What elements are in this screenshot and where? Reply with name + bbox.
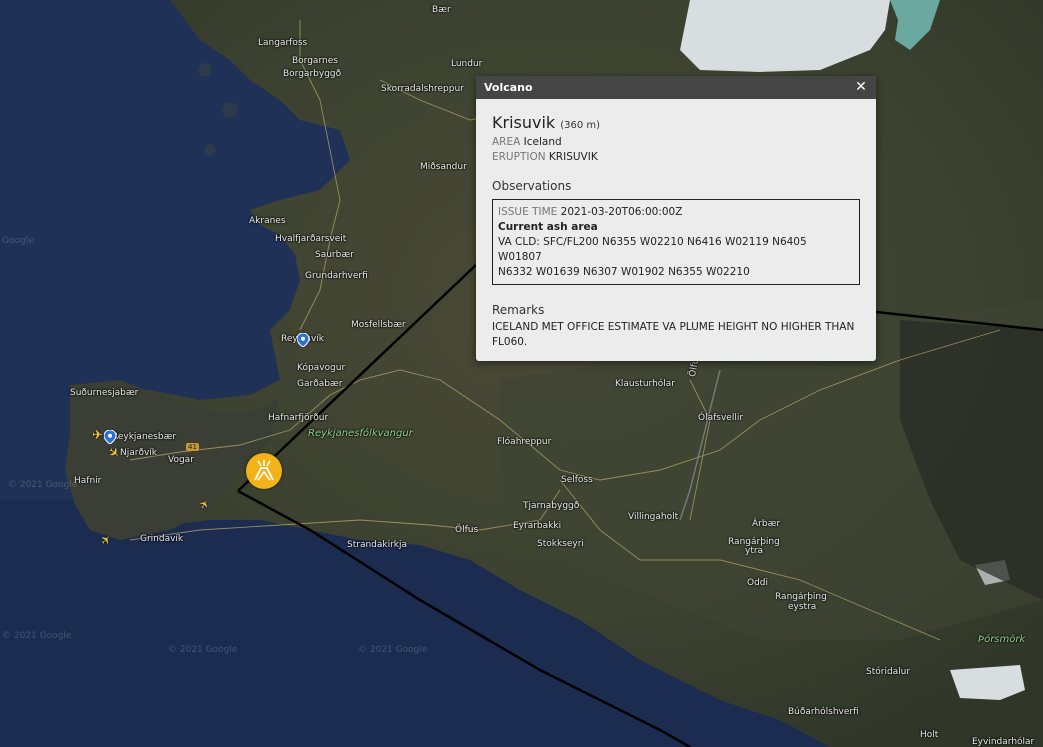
place-label: Garðabær <box>297 379 343 389</box>
place-label: Klausturhólar <box>615 379 676 389</box>
place-label: Reykjanesbær <box>112 432 177 442</box>
remarks-title: Remarks <box>492 303 545 317</box>
popup-body: Krisuvik (360 m) AREA Iceland ERUPTION K… <box>476 99 876 350</box>
place-label: Hafnir <box>74 476 102 486</box>
place-label: Saurbær <box>315 250 354 260</box>
place-label: Hvalfjarðarsveit <box>275 234 347 244</box>
issue-time-key: ISSUE TIME <box>498 206 558 218</box>
map-copyright: © 2021 Google <box>358 645 428 655</box>
place-label: Skorradalshreppur <box>381 84 464 94</box>
place-label: Eyvindarhólar <box>972 737 1035 747</box>
place-label: Langarfoss <box>258 38 308 48</box>
remarks-text: ICELAND MET OFFICE ESTIMATE VA PLUME HEI… <box>492 321 855 348</box>
place-label: Villingaholt <box>628 512 679 522</box>
ash-area-line: N6332 W01639 N6307 W01902 N6355 W02210 <box>498 266 750 278</box>
place-label: Borgarbyggð <box>283 69 342 79</box>
location-pin-icon[interactable] <box>104 430 116 444</box>
map-copyright: © 2021 Google <box>8 480 78 490</box>
place-label: Mosfellsbær <box>351 320 406 330</box>
place-label: Ölfus <box>455 525 479 535</box>
place-label: Holt <box>920 730 939 740</box>
place-label: Akranes <box>249 216 286 226</box>
place-label: Borgarnes <box>292 56 338 66</box>
place-label: eystra <box>788 602 817 612</box>
place-label: Njarðvík <box>120 448 157 458</box>
volcano-name: Krisuvik <box>492 113 556 132</box>
map-copyright: © 2021 Google <box>168 645 238 655</box>
volcano-popup: Volcano ✕ Krisuvik (360 m) AREA Iceland … <box>476 76 876 361</box>
place-label: Lundur <box>451 59 483 69</box>
place-label: Grundarhverfi <box>305 271 368 281</box>
place-label: Vogar <box>168 455 194 465</box>
eruption-row: ERUPTION KRISUVIK <box>492 150 860 165</box>
road-shield: 41 <box>186 443 199 451</box>
place-label: Bær <box>432 5 451 15</box>
place-label: Hafnarfjörður <box>268 413 329 423</box>
place-label: Suðurnesjabær <box>70 388 139 398</box>
eruption-key: ERUPTION <box>492 151 546 163</box>
place-label: Strandakirkja <box>347 540 408 550</box>
volcano-elevation: (360 m) <box>560 120 601 131</box>
eruption-value: KRISUVIK <box>548 151 598 163</box>
popup-header: Volcano ✕ <box>476 76 876 99</box>
close-icon[interactable]: ✕ <box>852 78 870 96</box>
volcano-marker-icon[interactable] <box>246 453 282 489</box>
issue-time-value: 2021-03-20T06:00:00Z <box>560 206 683 218</box>
place-label: Selfoss <box>561 475 593 485</box>
place-label: Árbær <box>752 519 781 529</box>
place-label: Eyrarbakki <box>513 521 562 531</box>
map-copyright: Google <box>2 236 34 246</box>
area-row: AREA Iceland <box>492 135 860 150</box>
place-label: Oddi <box>747 578 769 588</box>
park-label: Reykjanesfólkvangur <box>308 428 413 439</box>
location-pin-icon[interactable] <box>297 333 309 347</box>
observations-title: Observations <box>492 179 572 193</box>
place-label: Grindavík <box>140 534 184 544</box>
ash-area-line: VA CLD: SFC/FL200 N6355 W02210 N6416 W02… <box>498 236 807 263</box>
aircraft-icon[interactable]: ✈ <box>92 428 103 443</box>
observation-box: ISSUE TIME 2021-03-20T06:00:00Z Current … <box>492 199 860 285</box>
place-label: ytra <box>745 546 764 556</box>
place-label: Ólafsvellir <box>698 413 744 423</box>
place-label: Rangárþing <box>775 592 827 602</box>
place-label: Tjarnabyggð <box>523 501 580 511</box>
place-label: Kópavogur <box>297 363 346 373</box>
place-label: Búðarhólshverfi <box>788 707 859 717</box>
map-copyright: © 2021 Google <box>2 631 72 641</box>
place-label: Stóridalur <box>866 667 911 677</box>
place-label: Flóahreppur <box>497 437 552 447</box>
area-key: AREA <box>492 136 521 148</box>
ash-area-title: Current ash area <box>498 221 598 233</box>
park-label: Þórsmörk <box>978 634 1026 645</box>
place-label: Stokkseyri <box>537 539 584 549</box>
popup-title: Volcano <box>484 81 533 94</box>
place-label: Miðsandur <box>420 162 467 172</box>
area-value: Iceland <box>523 136 562 148</box>
